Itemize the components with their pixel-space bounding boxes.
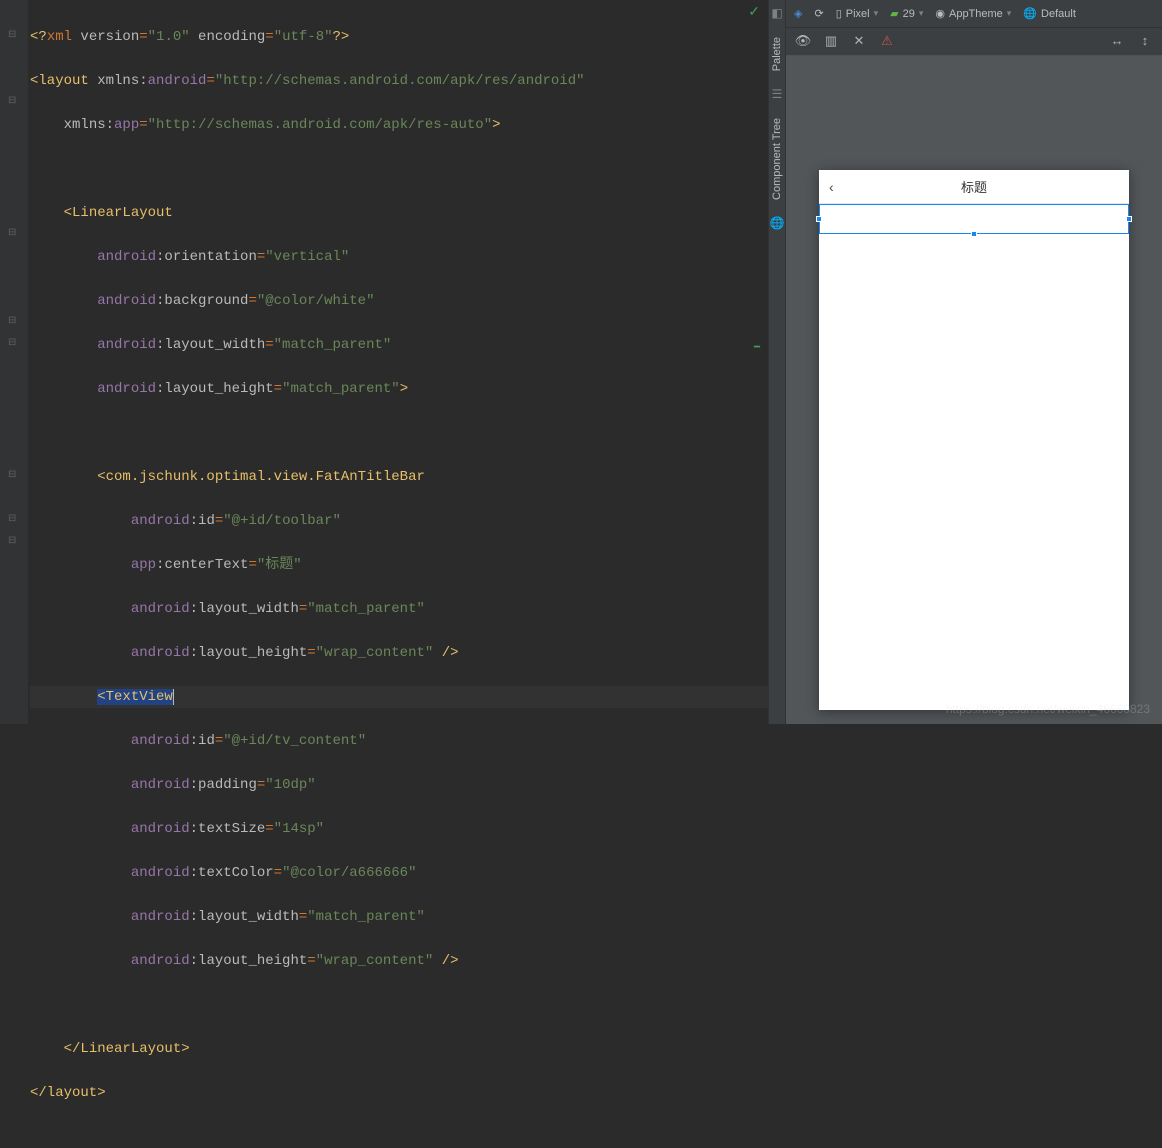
palette-tool-icon[interactable]: ◧ xyxy=(771,0,782,27)
fold-icon[interactable]: ⊟ xyxy=(8,95,16,107)
palette-tab[interactable]: Palette xyxy=(769,27,785,81)
fold-icon[interactable]: ⊟ xyxy=(8,315,16,327)
design-sub-toolbar: 👁 ▥ ✕ ⚠ ↔ ↕ xyxy=(786,28,1162,56)
globe-icon[interactable]: 🌐 xyxy=(770,210,785,237)
title-text: 标题 xyxy=(961,177,987,196)
locale-label: Default xyxy=(1041,8,1076,20)
inspection-ok-icon: ✓ xyxy=(748,4,760,21)
preview-title-bar: ‹ 标题 xyxy=(819,170,1129,204)
component-tree-tab[interactable]: Component Tree xyxy=(769,108,785,210)
device-selector[interactable]: ▯ Pixel ▾ xyxy=(836,7,878,20)
fold-icon[interactable]: ⊟ xyxy=(8,535,16,547)
expand-horizontal-icon[interactable]: ↔ xyxy=(1108,33,1126,51)
api-label: 29 xyxy=(903,8,915,20)
disable-icon[interactable]: ✕ xyxy=(850,33,868,51)
warning-icon[interactable]: ⚠ xyxy=(878,33,896,51)
fold-icon[interactable]: ⊟ xyxy=(8,469,16,481)
code-content[interactable]: <?xml version="1.0" encoding="utf-8"?> <… xyxy=(28,0,768,724)
resize-handle-right[interactable] xyxy=(1126,216,1132,222)
fold-icon[interactable]: ⊟ xyxy=(8,337,16,349)
chevron-down-icon: ▾ xyxy=(874,8,879,19)
design-toolbar: ◈ ⟳ ▯ Pixel ▾ ▰ 29 ▾ ◉ AppTheme ▾ 🌐 Defa… xyxy=(786,0,1162,28)
component-tree-tool-icon[interactable]: ☰ xyxy=(772,81,783,108)
globe-icon: 🌐 xyxy=(1023,7,1037,20)
theme-icon: ◉ xyxy=(935,7,945,20)
orientation-button[interactable]: ⟳ xyxy=(814,7,823,20)
fold-icon[interactable]: ⊟ xyxy=(8,513,16,525)
theme-selector[interactable]: ◉ AppTheme ▾ xyxy=(935,7,1011,20)
change-marker-icon: ━ xyxy=(754,342,760,354)
theme-label: AppTheme xyxy=(949,8,1003,20)
blueprint-toggle-icon[interactable]: ▥ xyxy=(822,33,840,51)
android-api-icon: ▰ xyxy=(890,7,898,20)
device-label: Pixel xyxy=(846,8,870,20)
fold-icon[interactable]: ⊟ xyxy=(8,29,16,41)
vertical-toolwindow-tabs: ◧ Palette ☰ Component Tree 🌐 xyxy=(768,0,786,724)
layers-icon: ◈ xyxy=(794,7,802,20)
chevron-down-icon: ▾ xyxy=(919,8,924,19)
phone-icon: ▯ xyxy=(836,7,842,20)
editor-gutter: ⊟ ⊟ ⊟ ⊟ ⊟ ⊟ ⊟ ⊟ xyxy=(0,0,28,724)
resize-handle-left[interactable] xyxy=(816,216,822,222)
expand-vertical-icon[interactable]: ↕ xyxy=(1136,33,1154,51)
api-selector[interactable]: ▰ 29 ▾ xyxy=(890,7,923,20)
code-editor-pane: ⊟ ⊟ ⊟ ⊟ ⊟ ⊟ ⊟ ⊟ <?xml version="1.0" enco… xyxy=(0,0,768,724)
chevron-down-icon: ▾ xyxy=(1007,8,1012,19)
back-icon[interactable]: ‹ xyxy=(829,179,834,195)
selected-textview[interactable] xyxy=(819,204,1129,234)
device-preview[interactable]: ‹ 标题 xyxy=(819,170,1129,710)
watermark-text: https://blog.csdn.net/weixin_46660823 xyxy=(946,702,1150,716)
design-preview-pane: ◈ ⟳ ▯ Pixel ▾ ▰ 29 ▾ ◉ AppTheme ▾ 🌐 Defa… xyxy=(786,0,1162,724)
eye-icon[interactable]: 👁 xyxy=(794,33,812,51)
design-canvas[interactable]: ‹ 标题 https://blog.csdn.net/weixin_466608… xyxy=(786,56,1162,724)
resize-handle-bottom[interactable] xyxy=(971,231,977,237)
locale-selector[interactable]: 🌐 Default xyxy=(1023,7,1076,20)
rotate-icon: ⟳ xyxy=(814,7,823,20)
fold-icon[interactable]: ⊟ xyxy=(8,227,16,239)
design-surface-button[interactable]: ◈ xyxy=(794,7,802,20)
